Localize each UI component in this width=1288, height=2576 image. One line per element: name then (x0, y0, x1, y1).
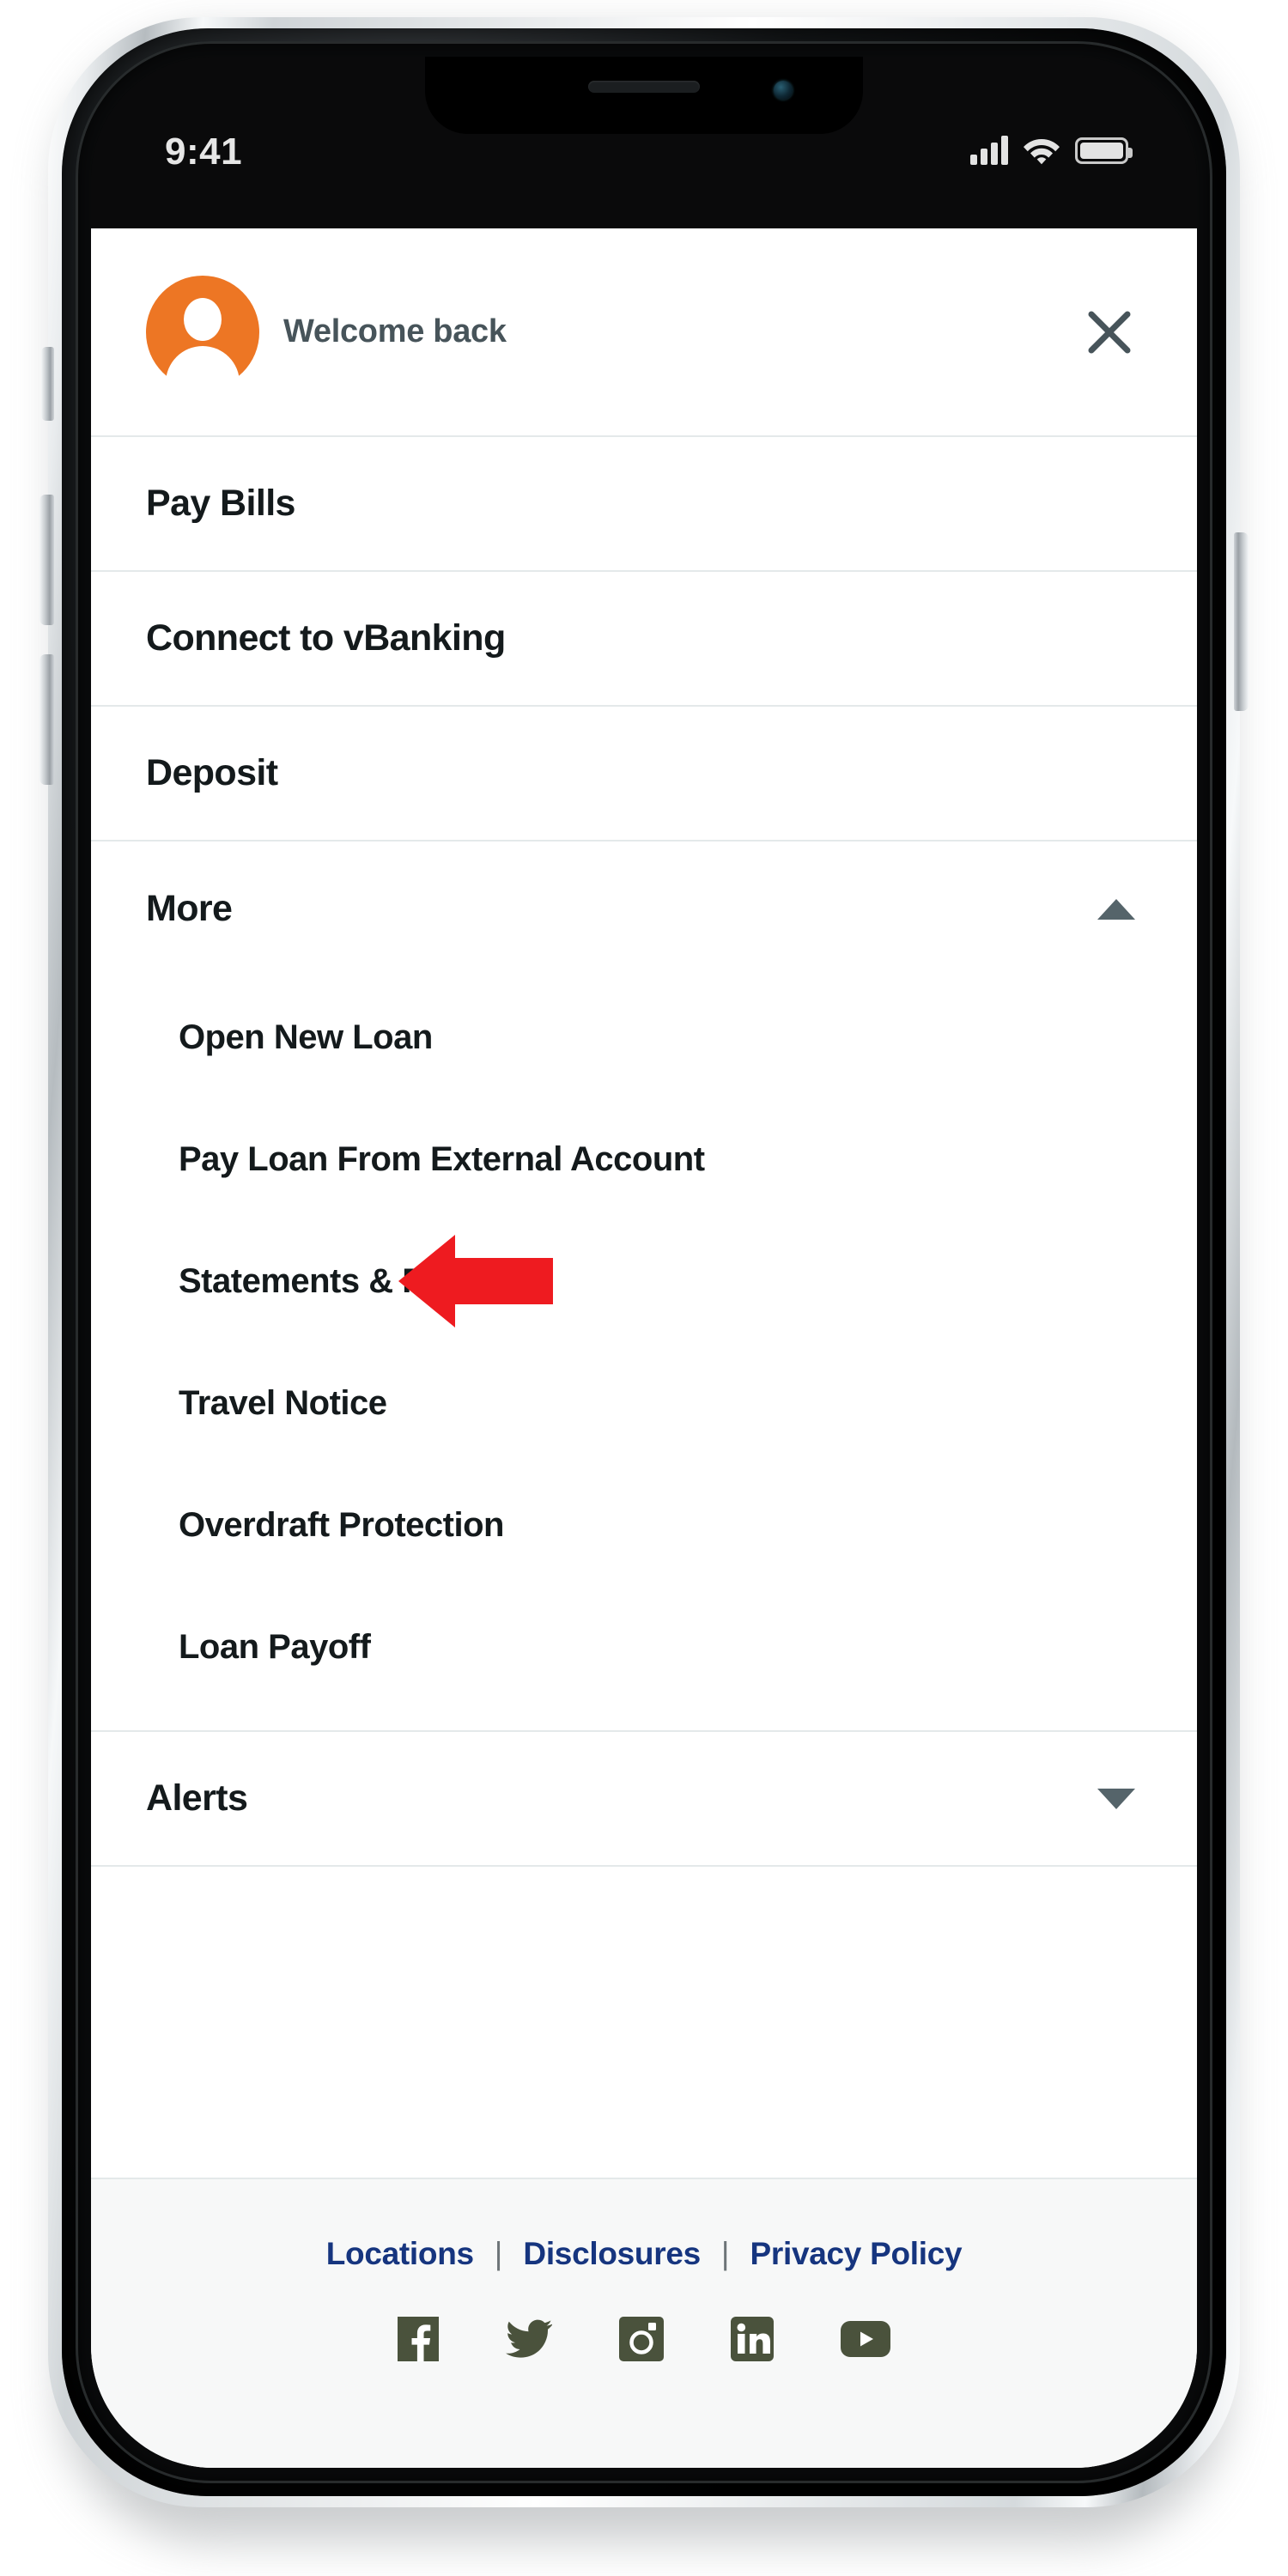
twitter-icon[interactable] (506, 2318, 552, 2360)
battery-full-icon (1075, 137, 1133, 164)
phone-device-frame: 9:41 Welcome back Pay Bills Connect to v… (0, 0, 1288, 2576)
linkedin-icon[interactable] (731, 2317, 774, 2361)
instagram-icon[interactable] (619, 2317, 664, 2361)
app-menu-panel: Welcome back Pay Bills Connect to vBanki… (91, 228, 1197, 2468)
menu-item-label: More (146, 888, 233, 929)
wifi-icon (1024, 139, 1060, 165)
user-avatar-icon (146, 275, 259, 389)
chevron-down-icon (1097, 1788, 1135, 1809)
footer-link-disclosures[interactable]: Disclosures (523, 2236, 701, 2272)
footer-links: Locations | Disclosures | Privacy Policy (91, 2179, 1197, 2272)
submenu-item-label: Open New Loan (179, 1018, 433, 1056)
submenu-item-overdraft-protection[interactable]: Overdraft Protection (91, 1464, 1197, 1586)
footer-link-locations[interactable]: Locations (326, 2236, 474, 2272)
submenu-item-pay-loan-from-external-account[interactable]: Pay Loan From External Account (91, 1098, 1197, 1220)
status-indicators (970, 136, 1133, 165)
welcome-message: Welcome back (283, 313, 507, 349)
footer-separator: | (720, 2236, 730, 2271)
submenu-item-label: Pay Loan From External Account (179, 1139, 705, 1178)
menu-item-label: Connect to vBanking (146, 617, 506, 659)
menu-item-label: Deposit (146, 752, 278, 793)
close-x-icon (1088, 311, 1131, 353)
app-footer: Locations | Disclosures | Privacy Policy (91, 2178, 1197, 2468)
footer-separator: | (494, 2236, 503, 2271)
menu-item-deposit[interactable]: Deposit (91, 707, 1197, 841)
submenu-item-label: Travel Notice (179, 1383, 387, 1422)
submenu-item-loan-payoff[interactable]: Loan Payoff (91, 1586, 1197, 1708)
menu-header: Welcome back (91, 228, 1197, 437)
submenu-item-statements-and-forms[interactable]: Statements & Forms (91, 1220, 1197, 1342)
close-menu-button[interactable] (1084, 307, 1135, 358)
volume-up-button[interactable] (39, 495, 54, 625)
menu-item-more[interactable]: More (91, 841, 1197, 976)
cellular-signal-icon (970, 136, 1008, 165)
chevron-up-icon (1097, 898, 1135, 920)
front-camera-icon (774, 81, 793, 100)
submenu-item-label: Overdraft Protection (179, 1505, 504, 1544)
menu-item-label: Pay Bills (146, 483, 295, 524)
status-bar: 9:41 (91, 57, 1197, 228)
submenu-item-travel-notice[interactable]: Travel Notice (91, 1342, 1197, 1464)
submenu-item-label: Loan Payoff (179, 1627, 371, 1666)
silence-switch-button[interactable] (41, 347, 54, 421)
menu-item-label: Alerts (146, 1777, 248, 1819)
footer-social-links (91, 2272, 1197, 2361)
menu-item-alerts[interactable]: Alerts (91, 1732, 1197, 1867)
volume-down-button[interactable] (39, 654, 54, 785)
facebook-icon[interactable] (398, 2317, 439, 2361)
more-submenu: Open New Loan Pay Loan From External Acc… (91, 976, 1197, 1732)
youtube-icon[interactable] (841, 2321, 890, 2357)
red-pointer-arrow-left-icon (398, 1235, 553, 1327)
menu-item-pay-bills[interactable]: Pay Bills (91, 437, 1197, 572)
menu-item-connect-to-vbanking[interactable]: Connect to vBanking (91, 572, 1197, 707)
phone-screen: 9:41 Welcome back Pay Bills Connect to v… (91, 57, 1197, 2468)
submenu-item-open-new-loan[interactable]: Open New Loan (91, 976, 1197, 1098)
power-button[interactable] (1234, 532, 1249, 711)
device-notch (425, 57, 863, 134)
status-time: 9:41 (165, 131, 243, 173)
footer-link-privacy-policy[interactable]: Privacy Policy (750, 2236, 963, 2272)
earpiece-speaker (588, 81, 700, 93)
